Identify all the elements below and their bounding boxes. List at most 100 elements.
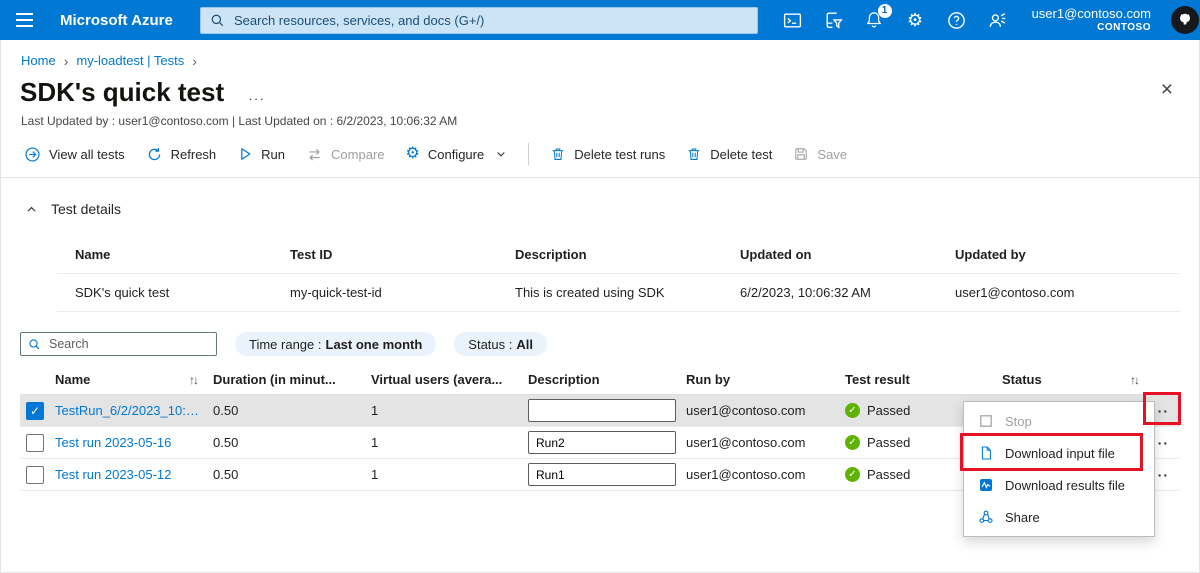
hamburger-icon xyxy=(16,13,33,15)
column-header: Description xyxy=(515,247,740,262)
refresh-icon xyxy=(146,146,163,163)
run-name-link[interactable]: TestRun_6/2/2023_10:0... xyxy=(55,403,213,418)
last-updated-meta: Last Updated by : user1@contoso.com | La… xyxy=(21,114,1200,128)
run-name-link[interactable]: Test run 2023-05-12 xyxy=(55,467,213,482)
product-title[interactable]: Microsoft Azure xyxy=(60,12,173,29)
test-result-label: Passed xyxy=(867,435,910,450)
column-header-run-by: Run by xyxy=(686,372,845,387)
row-checkbox[interactable] xyxy=(26,466,44,484)
tenant-name: CONTOSO xyxy=(1032,22,1151,34)
test-details-table: Name Test ID Description Updated on Upda… xyxy=(57,236,1180,312)
column-header: Updated by xyxy=(955,247,1180,262)
global-search[interactable] xyxy=(200,7,758,34)
user-email: user1@contoso.com xyxy=(1032,6,1151,22)
column-header: Name xyxy=(75,247,290,262)
runs-search-input[interactable] xyxy=(47,336,212,352)
page-title: SDK's quick test xyxy=(20,77,224,108)
column-header-name: Name xyxy=(55,372,90,387)
detail-updated-by: user1@contoso.com xyxy=(955,285,1180,300)
share-icon xyxy=(977,509,994,526)
detail-name: SDK's quick test xyxy=(75,285,290,300)
close-icon[interactable]: × xyxy=(1161,79,1173,100)
title-more-button[interactable]: ··· xyxy=(248,90,265,106)
command-bar: View all tests Refresh Run xyxy=(0,128,1200,178)
test-details-header-row: Name Test ID Description Updated on Upda… xyxy=(57,236,1180,274)
column-header: Updated on xyxy=(740,247,955,262)
menu-item-stop[interactable]: Stop xyxy=(964,405,1154,437)
notification-badge: 1 xyxy=(878,4,892,18)
detail-test-id: my-quick-test-id xyxy=(290,285,515,300)
breadcrumb-separator: › xyxy=(192,54,197,68)
column-header-duration: Duration (in minut... xyxy=(213,372,371,387)
row-checkbox[interactable] xyxy=(26,434,44,452)
sort-icon[interactable]: ↑↓ xyxy=(189,373,197,387)
account-info[interactable]: user1@contoso.com CONTOSO xyxy=(1032,6,1151,34)
notifications-bell-icon[interactable]: 1 xyxy=(864,10,885,31)
help-icon[interactable] xyxy=(946,10,967,31)
configure-button[interactable]: ⚙ Configure xyxy=(406,146,508,162)
run-description-input[interactable] xyxy=(528,399,676,422)
refresh-button[interactable]: Refresh xyxy=(146,146,217,163)
status-filter-pill[interactable]: Status : All xyxy=(454,332,547,356)
results-chart-icon xyxy=(977,477,994,494)
avatar[interactable] xyxy=(1171,6,1199,34)
runs-header-row: Name ↑↓ Duration (in minut... Virtual us… xyxy=(20,365,1180,395)
page-header: SDK's quick test ··· × xyxy=(20,77,1200,108)
trash-icon xyxy=(686,146,702,162)
run-name-link[interactable]: Test run 2023-05-16 xyxy=(55,435,213,450)
run-by: user1@contoso.com xyxy=(686,467,845,482)
breadcrumb-loadtest-tests[interactable]: my-loadtest | Tests xyxy=(76,53,184,68)
delete-test-runs-button[interactable]: Delete test runs xyxy=(550,146,665,162)
configure-gear-icon: ⚙ xyxy=(406,146,420,162)
passed-check-icon: ✓ xyxy=(845,435,860,450)
sort-icon[interactable]: ↑↓ xyxy=(1130,373,1138,387)
search-icon xyxy=(28,338,41,351)
hamburger-menu-button[interactable] xyxy=(0,0,48,40)
column-header-description: Description xyxy=(528,372,686,387)
run-virtual-users: 1 xyxy=(371,467,528,482)
column-header: Test ID xyxy=(290,247,515,262)
run-description-input[interactable] xyxy=(528,431,676,454)
compare-button[interactable]: Compare xyxy=(306,146,384,163)
test-details-data-row: SDK's quick test my-quick-test-id This i… xyxy=(57,274,1180,312)
menu-item-download-results-file[interactable]: Download results file xyxy=(964,469,1154,501)
settings-gear-icon[interactable]: ⚙ xyxy=(905,10,926,31)
menu-item-share[interactable]: Share xyxy=(964,501,1154,533)
azure-portal-page: { "theme": { "header_bg": "#0078d4", "ac… xyxy=(0,0,1200,573)
stop-icon xyxy=(977,413,994,430)
feedback-icon[interactable] xyxy=(987,10,1008,31)
trash-icon xyxy=(550,146,566,162)
run-duration: 0.50 xyxy=(213,435,371,450)
save-button[interactable]: Save xyxy=(793,146,847,162)
test-details-section-toggle[interactable]: Test details xyxy=(25,201,121,217)
run-description-input[interactable] xyxy=(528,463,676,486)
breadcrumb-home[interactable]: Home xyxy=(21,53,56,68)
row-context-menu: Stop Download input file Download result… xyxy=(963,401,1155,537)
run-duration: 0.50 xyxy=(213,403,371,418)
toolbar-divider xyxy=(528,143,529,165)
run-virtual-users: 1 xyxy=(371,435,528,450)
test-result-label: Passed xyxy=(867,467,910,482)
detail-description: This is created using SDK xyxy=(515,285,740,300)
column-header-status: Status xyxy=(1002,372,1042,387)
filter-bar: Time range : Last one month Status : All xyxy=(20,332,1200,356)
detail-updated-on: 6/2/2023, 10:06:32 AM xyxy=(740,285,955,300)
cloud-shell-icon[interactable] xyxy=(782,10,803,31)
column-header-virtual-users: Virtual users (avera... xyxy=(371,372,528,387)
search-icon xyxy=(210,13,225,28)
delete-test-button[interactable]: Delete test xyxy=(686,146,772,162)
run-virtual-users: 1 xyxy=(371,403,528,418)
breadcrumb-separator: › xyxy=(64,54,69,68)
time-range-filter-pill[interactable]: Time range : Last one month xyxy=(235,332,436,356)
run-button[interactable]: Run xyxy=(237,146,285,162)
view-all-tests-button[interactable]: View all tests xyxy=(24,146,125,163)
passed-check-icon: ✓ xyxy=(845,467,860,482)
run-by: user1@contoso.com xyxy=(686,435,845,450)
row-checkbox[interactable]: ✓ xyxy=(26,402,44,420)
global-search-input[interactable] xyxy=(232,12,748,29)
directory-filter-icon[interactable] xyxy=(823,10,844,31)
column-header-test-result: Test result xyxy=(845,372,1002,387)
save-floppy-icon xyxy=(793,146,809,162)
runs-search-box[interactable] xyxy=(20,332,217,356)
menu-item-download-input-file[interactable]: Download input file xyxy=(964,437,1154,469)
